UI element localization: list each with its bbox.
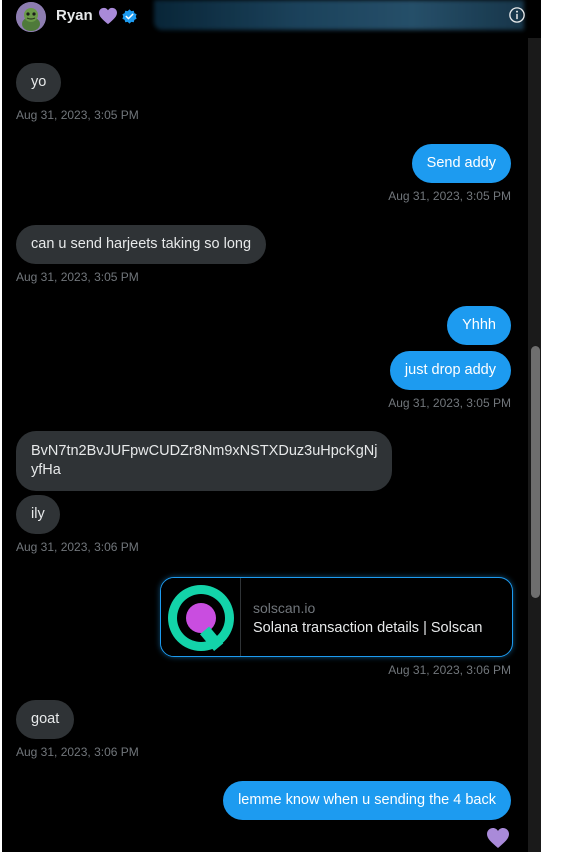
link-preview-card[interactable]: solscan.io Solana transaction details | … <box>160 577 513 657</box>
message-text-line: yfHa <box>31 462 61 478</box>
message-bubble-incoming[interactable]: can u send harjeets taking so long <box>16 225 267 264</box>
message-bubble-outgoing[interactable]: Yhhh <box>447 306 511 345</box>
info-icon[interactable] <box>508 6 526 29</box>
conversation-header: Ryan <box>2 0 541 38</box>
app-window: Ryan yo Aug 31, 2023, 3:05 PM Send addy … <box>0 0 572 852</box>
message-timestamp: Aug 31, 2023, 3:05 PM <box>16 108 139 122</box>
purple-heart-icon[interactable] <box>486 827 510 852</box>
solscan-logo-icon <box>161 578 241 656</box>
message-bubble-incoming[interactable]: BvN7tn2BvJUFpwCUDZr8Nm9xNSTXDuz3uHpcKgNj… <box>16 431 393 491</box>
scrollbar-thumb[interactable] <box>531 346 540 598</box>
verified-badge-icon <box>121 8 138 30</box>
header-banner <box>154 0 524 30</box>
message-timestamp: Aug 31, 2023, 3:06 PM <box>388 663 511 677</box>
avatar[interactable] <box>16 2 46 32</box>
message-timestamp: Aug 31, 2023, 3:06 PM <box>16 540 139 554</box>
message-bubble-outgoing[interactable]: just drop addy <box>389 351 511 390</box>
message-bubble-incoming[interactable]: goat <box>16 700 75 739</box>
conversation-panel: Ryan yo Aug 31, 2023, 3:05 PM Send addy … <box>2 0 541 852</box>
link-title: Solana transaction details | Solscan <box>253 620 483 636</box>
message-bubble-outgoing[interactable]: Send addy <box>411 144 511 183</box>
message-timestamp: Aug 31, 2023, 3:05 PM <box>388 189 511 203</box>
message-timestamp: Aug 31, 2023, 3:05 PM <box>388 396 511 410</box>
link-domain: solscan.io <box>253 600 316 616</box>
purple-heart-icon <box>98 7 118 30</box>
contact-name[interactable]: Ryan <box>56 7 93 24</box>
message-text-line: BvN7tn2BvJUFpwCUDZr8Nm9xNSTXDuz3uHpcKgNj <box>31 443 378 459</box>
message-bubble-incoming[interactable]: ily <box>16 495 60 534</box>
message-timestamp: Aug 31, 2023, 3:06 PM <box>16 745 139 759</box>
message-timestamp: Aug 31, 2023, 3:05 PM <box>16 270 139 284</box>
message-bubble-incoming[interactable]: yo <box>16 63 62 102</box>
message-bubble-outgoing[interactable]: lemme know when u sending the 4 back <box>223 781 511 820</box>
